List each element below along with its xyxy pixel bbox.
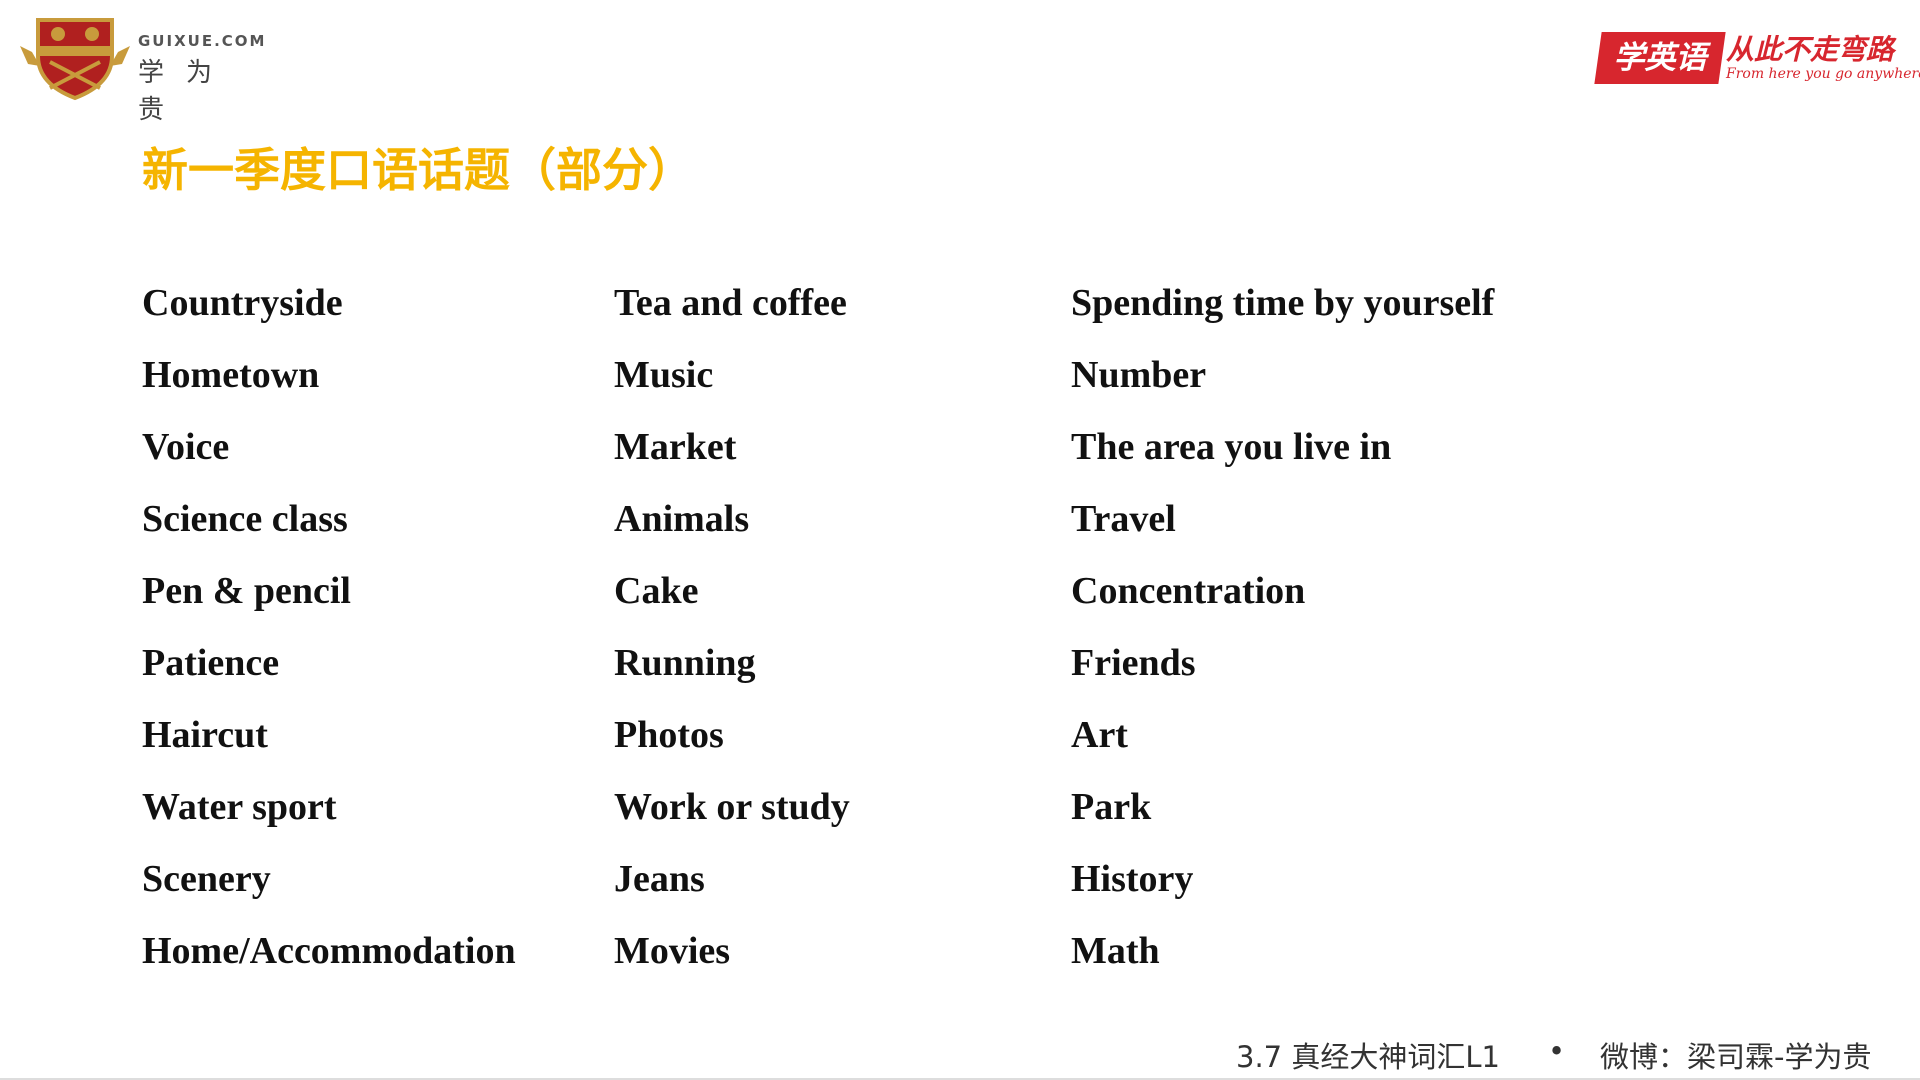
- footer-weibo-credit: 微博：梁司霖-学为贵: [1600, 1040, 1872, 1074]
- topic-item: Home/Accommodation: [142, 930, 516, 972]
- topic-item: Science class: [142, 498, 348, 540]
- topic-item: Concentration: [1071, 570, 1306, 612]
- topic-item: Pen & pencil: [142, 570, 351, 612]
- topic-list: Countryside Hometown Voice Science class…: [0, 0, 1920, 1080]
- footer-course-title: 3.7 真经大神词汇L1: [1236, 1040, 1500, 1074]
- slide: GUIXUE.COM 学为贵 学英语 从此不走弯路 From here you …: [0, 0, 1920, 1080]
- topic-item: Park: [1071, 786, 1152, 828]
- topic-item: Work or study: [614, 786, 850, 828]
- topic-item: Hometown: [142, 354, 320, 396]
- topic-item: Countryside: [142, 282, 343, 324]
- topic-column-1: Countryside Hometown Voice Science class…: [142, 278, 516, 998]
- topic-item: Photos: [614, 714, 724, 756]
- topic-item: Movies: [614, 930, 731, 972]
- topic-item: Patience: [142, 642, 280, 684]
- topic-item: History: [1071, 858, 1194, 900]
- topic-item: Haircut: [142, 714, 268, 756]
- topic-column-3: Spending time by yourself Number The are…: [1071, 278, 1494, 998]
- topic-item: Music: [614, 354, 714, 396]
- topic-item: Running: [614, 642, 756, 684]
- topic-item: The area you live in: [1071, 426, 1392, 468]
- topic-item: Friends: [1071, 642, 1196, 684]
- topic-item: Market: [614, 426, 737, 468]
- topic-item: Travel: [1071, 498, 1176, 540]
- topic-item: Spending time by yourself: [1071, 282, 1495, 324]
- topic-item: Cake: [614, 570, 699, 612]
- topic-item: Animals: [614, 498, 750, 540]
- footer-bullet-separator: •: [1548, 1034, 1566, 1068]
- topic-item: Jeans: [614, 858, 705, 900]
- topic-item: Scenery: [142, 858, 271, 900]
- topic-item: Number: [1071, 354, 1207, 396]
- footer: 3.7 真经大神词汇L1 • 微博：梁司霖-学为贵: [1200, 1034, 1910, 1074]
- topic-item: Water sport: [142, 786, 337, 828]
- topic-item: Art: [1071, 714, 1128, 756]
- topic-item: Math: [1071, 930, 1160, 972]
- topic-column-2: Tea and coffee Music Market Animals Cake…: [614, 278, 850, 998]
- topic-item: Voice: [142, 426, 230, 468]
- topic-item: Tea and coffee: [614, 282, 847, 324]
